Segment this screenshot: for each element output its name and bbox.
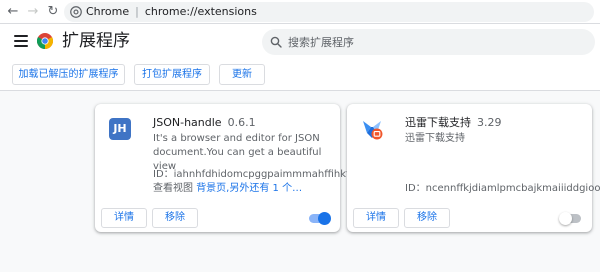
enable-toggle[interactable]: [559, 212, 581, 225]
extensions-toolbar: 加载已解压的扩展程序 打包扩展程序 更新: [0, 60, 600, 91]
inspect-views-link[interactable]: 背景页,另外还有 1 个…: [196, 183, 302, 194]
inspect-views: 查看视图 背景页,另外还有 1 个…: [153, 182, 302, 196]
remove-button[interactable]: 移除: [404, 208, 450, 228]
extension-name-text: JSON-handle: [153, 116, 222, 129]
page-header: 扩展程序: [0, 24, 600, 60]
extension-name: 迅雷下载支持 3.29: [405, 116, 502, 130]
forward-arrow-icon[interactable]: →: [24, 3, 42, 21]
extension-card-json-handle: JH JSON-handle 0.6.1 It's a browser and e…: [95, 104, 359, 232]
browser-address-bar: ← → ↻ Chrome | chrome://extensions: [0, 0, 600, 24]
page-title: 扩展程序: [62, 31, 130, 51]
hamburger-menu-icon[interactable]: [14, 35, 28, 47]
omnibox[interactable]: Chrome | chrome://extensions: [64, 2, 594, 22]
chrome-site-icon: [70, 6, 82, 18]
extension-version: 3.29: [477, 116, 502, 129]
search-box[interactable]: [262, 29, 595, 55]
extension-card-thunder: 迅雷下载支持 3.29 迅雷下载支持 ID：ncennffkjdiamlpmcba…: [347, 104, 600, 232]
extension-name: JSON-handle 0.6.1: [153, 116, 256, 130]
thunder-icon: [363, 121, 383, 140]
extension-version: 0.6.1: [227, 116, 256, 129]
extension-description: 迅雷下载支持: [405, 133, 465, 144]
omnibox-text: Chrome | chrome://extensions: [86, 2, 257, 22]
toggle-knob: [559, 212, 572, 225]
json-handle-icon: JH: [109, 118, 131, 140]
omnibox-separator: |: [135, 5, 139, 18]
pack-extension-button[interactable]: 打包扩展程序: [134, 64, 210, 85]
search-icon: [270, 36, 282, 48]
extension-id: ID：ncennffkjdiamlpmcbajkmaiiiddgioo: [405, 183, 600, 194]
site-label: Chrome: [86, 5, 130, 18]
extension-id: ID：iahnhfdhidomcpggpaimmmahffihkfnj: [153, 169, 359, 180]
load-unpacked-button[interactable]: 加载已解压的扩展程序: [12, 64, 125, 85]
toggle-knob: [318, 212, 331, 225]
enable-toggle[interactable]: [309, 212, 331, 225]
url-text: chrome://extensions: [144, 5, 257, 18]
search-input[interactable]: [288, 32, 578, 52]
remove-button[interactable]: 移除: [152, 208, 198, 228]
extension-name-text: 迅雷下载支持: [405, 116, 471, 129]
update-button[interactable]: 更新: [219, 64, 265, 85]
reload-icon[interactable]: ↻: [44, 3, 62, 21]
inspect-views-label: 查看视图: [153, 183, 193, 194]
details-button[interactable]: 详情: [101, 208, 147, 228]
back-arrow-icon[interactable]: ←: [4, 3, 22, 21]
details-button[interactable]: 详情: [353, 208, 399, 228]
chrome-logo-icon: [37, 33, 53, 49]
